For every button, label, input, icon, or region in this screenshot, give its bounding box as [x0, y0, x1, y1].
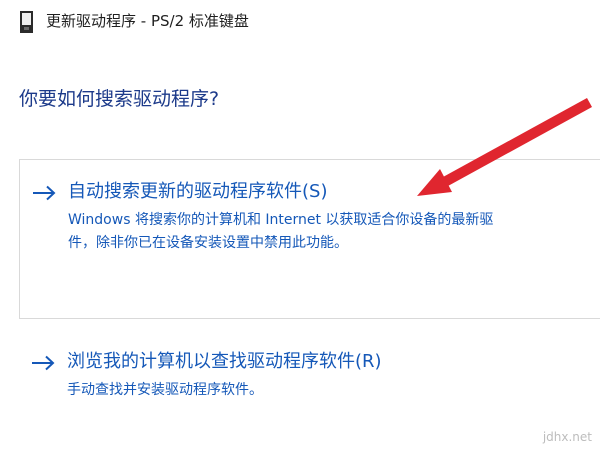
right-arrow-icon — [32, 355, 55, 371]
page-heading: 你要如何搜索驱动程序? — [19, 88, 220, 110]
window-title: 更新驱动程序 - PS/2 标准键盘 — [46, 12, 249, 30]
browse-computer-option[interactable]: 浏览我的计算机以查找驱动程序软件(R) 手动查找并安装驱动程序软件。 — [19, 338, 579, 418]
title-bar: 更新驱动程序 - PS/2 标准键盘 — [0, 0, 600, 40]
auto-search-desc-line1: Windows 将搜索你的计算机和 Internet 以获取适合你设备的最新驱 — [68, 212, 494, 228]
watermark: jdhx.net — [542, 430, 592, 444]
auto-search-desc-line2: 件，除非你已在设备安装设置中禁用此功能。 — [68, 235, 348, 251]
auto-search-description: Windows 将搜索你的计算机和 Internet 以获取适合你设备的最新驱 … — [68, 209, 493, 255]
auto-search-option[interactable]: 自动搜索更新的驱动程序软件(S) Windows 将搜索你的计算机和 Inter… — [19, 159, 600, 319]
keyboard-device-icon — [20, 11, 33, 33]
browse-computer-description: 手动查找并安装驱动程序软件。 — [67, 382, 263, 398]
browse-computer-title[interactable]: 浏览我的计算机以查找驱动程序软件(R) — [67, 350, 382, 374]
right-arrow-icon — [33, 185, 56, 201]
auto-search-title[interactable]: 自动搜索更新的驱动程序软件(S) — [68, 180, 327, 204]
